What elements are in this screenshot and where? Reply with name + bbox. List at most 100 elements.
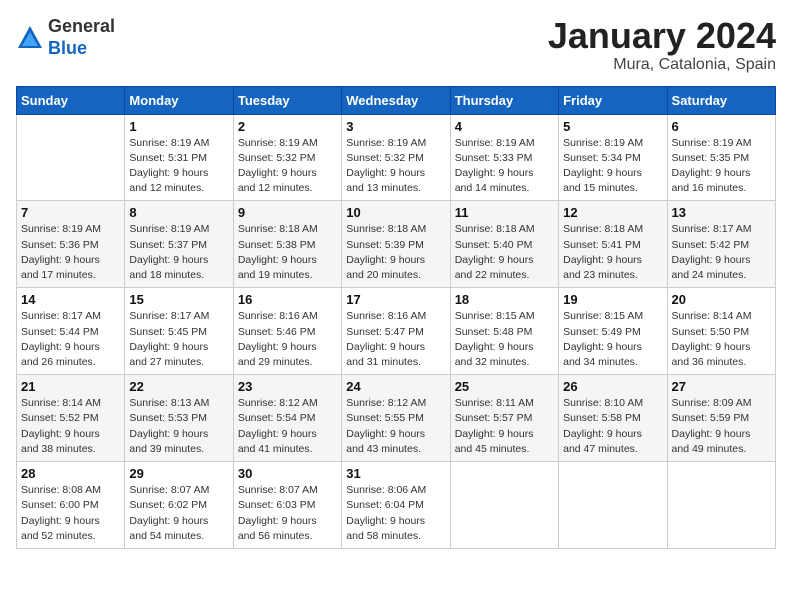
calendar-cell: 28 Sunrise: 8:08 AM Sunset: 6:00 PM Dayli…	[17, 462, 125, 549]
calendar-cell	[17, 114, 125, 201]
weekday-header-friday: Friday	[559, 86, 667, 114]
calendar-cell: 27 Sunrise: 8:09 AM Sunset: 5:59 PM Dayli…	[667, 375, 775, 462]
day-info: Sunrise: 8:19 AM Sunset: 5:37 PM Dayligh…	[129, 222, 228, 283]
week-row: 21Sunrise: 8:14 AM Sunset: 5:52 PM Dayli…	[17, 375, 776, 462]
page-header: General Blue January 2024 Mura, Cataloni…	[16, 16, 776, 74]
week-row: 28 Sunrise: 8:08 AM Sunset: 6:00 PM Dayli…	[17, 462, 776, 549]
day-number: 8	[129, 205, 228, 220]
day-info: Sunrise: 8:19 AM Sunset: 5:35 PM Dayligh…	[672, 136, 771, 197]
day-info: Sunrise: 8:11 AM Sunset: 5:57 PM Dayligh…	[455, 396, 554, 457]
calendar-cell: 20 Sunrise: 8:14 AM Sunset: 5:50 PM Dayli…	[667, 288, 775, 375]
calendar-cell: 11 Sunrise: 8:18 AM Sunset: 5:40 PM Dayli…	[450, 201, 558, 288]
calendar-table: SundayMondayTuesdayWednesdayThursdayFrid…	[16, 86, 776, 549]
day-info: Sunrise: 8:19 AM Sunset: 5:32 PM Dayligh…	[346, 136, 445, 197]
calendar-cell: 8 Sunrise: 8:19 AM Sunset: 5:37 PM Daylig…	[125, 201, 233, 288]
day-number: 22	[129, 379, 228, 394]
day-number: 7	[21, 205, 120, 220]
location: Mura, Catalonia, Spain	[548, 56, 776, 74]
day-info: Sunrise: 8:18 AM Sunset: 5:38 PM Dayligh…	[238, 222, 337, 283]
weekday-header-monday: Monday	[125, 86, 233, 114]
calendar-cell: 26Sunrise: 8:10 AM Sunset: 5:58 PM Dayli…	[559, 375, 667, 462]
calendar-cell: 15 Sunrise: 8:17 AM Sunset: 5:45 PM Dayli…	[125, 288, 233, 375]
day-number: 16	[238, 292, 337, 307]
calendar-cell: 18 Sunrise: 8:15 AM Sunset: 5:48 PM Dayli…	[450, 288, 558, 375]
day-number: 20	[672, 292, 771, 307]
day-number: 5	[563, 119, 662, 134]
weekday-header-thursday: Thursday	[450, 86, 558, 114]
day-info: Sunrise: 8:16 AM Sunset: 5:47 PM Dayligh…	[346, 309, 445, 370]
week-row: 14Sunrise: 8:17 AM Sunset: 5:44 PM Dayli…	[17, 288, 776, 375]
day-number: 28	[21, 466, 120, 481]
day-info: Sunrise: 8:13 AM Sunset: 5:53 PM Dayligh…	[129, 396, 228, 457]
calendar-cell: 5 Sunrise: 8:19 AM Sunset: 5:34 PM Daylig…	[559, 114, 667, 201]
calendar-cell: 4 Sunrise: 8:19 AM Sunset: 5:33 PM Daylig…	[450, 114, 558, 201]
calendar-cell: 19 Sunrise: 8:15 AM Sunset: 5:49 PM Dayli…	[559, 288, 667, 375]
calendar-cell: 22 Sunrise: 8:13 AM Sunset: 5:53 PM Dayli…	[125, 375, 233, 462]
calendar-cell: 14Sunrise: 8:17 AM Sunset: 5:44 PM Dayli…	[17, 288, 125, 375]
day-info: Sunrise: 8:06 AM Sunset: 6:04 PM Dayligh…	[346, 483, 445, 544]
day-number: 4	[455, 119, 554, 134]
day-info: Sunrise: 8:12 AM Sunset: 5:54 PM Dayligh…	[238, 396, 337, 457]
logo-icon	[16, 24, 44, 52]
calendar-cell: 16 Sunrise: 8:16 AM Sunset: 5:46 PM Dayli…	[233, 288, 341, 375]
day-number: 21	[21, 379, 120, 394]
calendar-cell: 30 Sunrise: 8:07 AM Sunset: 6:03 PM Dayli…	[233, 462, 341, 549]
title-block: January 2024 Mura, Catalonia, Spain	[548, 16, 776, 74]
calendar-cell: 25Sunrise: 8:11 AM Sunset: 5:57 PM Dayli…	[450, 375, 558, 462]
calendar-cell: 23Sunrise: 8:12 AM Sunset: 5:54 PM Dayli…	[233, 375, 341, 462]
day-info: Sunrise: 8:19 AM Sunset: 5:31 PM Dayligh…	[129, 136, 228, 197]
calendar-cell: 3 Sunrise: 8:19 AM Sunset: 5:32 PM Daylig…	[342, 114, 450, 201]
calendar-cell	[667, 462, 775, 549]
calendar-cell: 24Sunrise: 8:12 AM Sunset: 5:55 PM Dayli…	[342, 375, 450, 462]
day-info: Sunrise: 8:17 AM Sunset: 5:45 PM Dayligh…	[129, 309, 228, 370]
day-info: Sunrise: 8:18 AM Sunset: 5:40 PM Dayligh…	[455, 222, 554, 283]
day-info: Sunrise: 8:07 AM Sunset: 6:03 PM Dayligh…	[238, 483, 337, 544]
calendar-cell: 7Sunrise: 8:19 AM Sunset: 5:36 PM Daylig…	[17, 201, 125, 288]
day-number: 29	[129, 466, 228, 481]
day-number: 17	[346, 292, 445, 307]
day-number: 30	[238, 466, 337, 481]
day-number: 18	[455, 292, 554, 307]
day-info: Sunrise: 8:17 AM Sunset: 5:44 PM Dayligh…	[21, 309, 120, 370]
day-number: 15	[129, 292, 228, 307]
day-number: 3	[346, 119, 445, 134]
weekday-header-tuesday: Tuesday	[233, 86, 341, 114]
day-info: Sunrise: 8:17 AM Sunset: 5:42 PM Dayligh…	[672, 222, 771, 283]
day-number: 27	[672, 379, 771, 394]
logo-text: General Blue	[48, 16, 115, 59]
weekday-header-sunday: Sunday	[17, 86, 125, 114]
day-number: 11	[455, 205, 554, 220]
day-info: Sunrise: 8:16 AM Sunset: 5:46 PM Dayligh…	[238, 309, 337, 370]
day-info: Sunrise: 8:08 AM Sunset: 6:00 PM Dayligh…	[21, 483, 120, 544]
day-number: 1	[129, 119, 228, 134]
day-info: Sunrise: 8:19 AM Sunset: 5:33 PM Dayligh…	[455, 136, 554, 197]
calendar-cell: 31 Sunrise: 8:06 AM Sunset: 6:04 PM Dayli…	[342, 462, 450, 549]
calendar-cell: 17 Sunrise: 8:16 AM Sunset: 5:47 PM Dayli…	[342, 288, 450, 375]
day-info: Sunrise: 8:09 AM Sunset: 5:59 PM Dayligh…	[672, 396, 771, 457]
weekday-row: SundayMondayTuesdayWednesdayThursdayFrid…	[17, 86, 776, 114]
day-info: Sunrise: 8:19 AM Sunset: 5:34 PM Dayligh…	[563, 136, 662, 197]
logo-general: General	[48, 16, 115, 36]
calendar-cell: 10Sunrise: 8:18 AM Sunset: 5:39 PM Dayli…	[342, 201, 450, 288]
day-number: 10	[346, 205, 445, 220]
day-info: Sunrise: 8:15 AM Sunset: 5:48 PM Dayligh…	[455, 309, 554, 370]
day-info: Sunrise: 8:12 AM Sunset: 5:55 PM Dayligh…	[346, 396, 445, 457]
week-row: 7Sunrise: 8:19 AM Sunset: 5:36 PM Daylig…	[17, 201, 776, 288]
calendar-cell: 9Sunrise: 8:18 AM Sunset: 5:38 PM Daylig…	[233, 201, 341, 288]
calendar-cell: 2Sunrise: 8:19 AM Sunset: 5:32 PM Daylig…	[233, 114, 341, 201]
day-number: 13	[672, 205, 771, 220]
weekday-header-saturday: Saturday	[667, 86, 775, 114]
calendar-cell: 21Sunrise: 8:14 AM Sunset: 5:52 PM Dayli…	[17, 375, 125, 462]
day-number: 31	[346, 466, 445, 481]
day-number: 2	[238, 119, 337, 134]
weekday-header-wednesday: Wednesday	[342, 86, 450, 114]
day-number: 19	[563, 292, 662, 307]
calendar-cell: 1 Sunrise: 8:19 AM Sunset: 5:31 PM Daylig…	[125, 114, 233, 201]
calendar-cell: 13 Sunrise: 8:17 AM Sunset: 5:42 PM Dayli…	[667, 201, 775, 288]
logo-blue: Blue	[48, 38, 87, 58]
day-info: Sunrise: 8:18 AM Sunset: 5:41 PM Dayligh…	[563, 222, 662, 283]
day-info: Sunrise: 8:15 AM Sunset: 5:49 PM Dayligh…	[563, 309, 662, 370]
day-info: Sunrise: 8:14 AM Sunset: 5:50 PM Dayligh…	[672, 309, 771, 370]
day-number: 6	[672, 119, 771, 134]
calendar-cell	[450, 462, 558, 549]
